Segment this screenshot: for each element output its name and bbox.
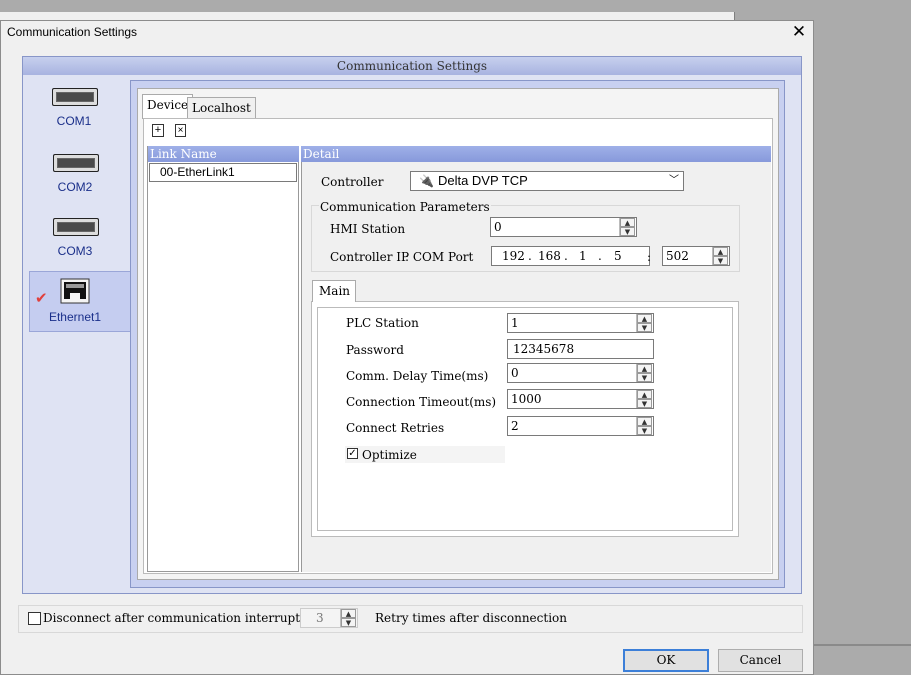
- comm-delay-input[interactable]: 0 ▲ ▼: [507, 363, 654, 383]
- controller-select[interactable]: 🔌 Delta DVP TCP ﹀: [410, 171, 684, 191]
- connect-retries-spinner[interactable]: ▲ ▼: [636, 417, 652, 435]
- delete-link-icon[interactable]: ×: [175, 124, 186, 137]
- chevron-down-icon: ﹀: [669, 175, 679, 186]
- password-label: Password: [346, 343, 404, 357]
- controller-ip-input[interactable]: 192 . 168 . 1 . 5: [491, 246, 650, 266]
- close-icon[interactable]: ✕: [790, 22, 808, 42]
- password-input[interactable]: 12345678: [507, 339, 654, 359]
- tab-localhost[interactable]: Localhost: [187, 97, 256, 118]
- ip-dot: .: [598, 249, 602, 263]
- serial-port-icon: [53, 154, 99, 172]
- device-com3[interactable]: COM3: [25, 214, 125, 264]
- link-item-etherlink1[interactable]: 00-EtherLink1: [149, 163, 297, 182]
- device-label-com3: COM3: [57, 244, 93, 258]
- desktop-background: [0, 0, 911, 12]
- hmi-station-label: HMI Station: [330, 222, 406, 236]
- conn-timeout-value: 1000: [511, 392, 542, 406]
- ethernet-port-icon: [60, 278, 90, 304]
- background-strip: [0, 12, 734, 20]
- tab-main[interactable]: Main: [312, 280, 356, 302]
- plc-station-value: 1: [511, 316, 519, 330]
- com-port-value: 502: [666, 249, 689, 263]
- comm-delay-label: Comm. Delay Time(ms): [346, 369, 489, 383]
- tab-device[interactable]: Device: [142, 94, 194, 119]
- frame-title: Communication Settings: [23, 57, 801, 75]
- plug-icon: 🔌: [419, 174, 434, 188]
- connect-retries-label: Connect Retries: [346, 421, 445, 435]
- optimize-label: Optimize: [362, 448, 417, 462]
- link-name-header: Link Name: [148, 146, 299, 162]
- plc-station-input[interactable]: 1 ▲ ▼: [507, 313, 654, 333]
- ip-dot: .: [528, 249, 532, 263]
- retry-times-label: Retry times after disconnection: [375, 611, 567, 625]
- device-label-com2: COM2: [57, 180, 93, 194]
- ip-octet-2: 168: [538, 249, 561, 263]
- retry-times-input[interactable]: 3 ▲ ▼: [300, 608, 358, 628]
- conn-timeout-spinner[interactable]: ▲ ▼: [636, 390, 652, 408]
- cancel-button[interactable]: Cancel: [718, 649, 803, 672]
- controller-label: Controller: [321, 175, 384, 189]
- selected-check-icon: ✔: [35, 290, 48, 307]
- optimize-checkbox[interactable]: ✓: [347, 448, 358, 459]
- hmi-station-input[interactable]: 0 ▲ ▼: [490, 217, 637, 237]
- hmi-station-value: 0: [494, 220, 502, 234]
- device-com2[interactable]: COM2: [25, 150, 125, 200]
- device-label-com1: COM1: [56, 114, 92, 128]
- comm-delay-value: 0: [511, 366, 519, 380]
- connect-retries-input[interactable]: 2 ▲ ▼: [507, 416, 654, 436]
- background-area: [814, 12, 911, 675]
- controller-ip-label: Controller IP: [330, 250, 410, 264]
- com-port-label: : COM Port: [405, 250, 474, 264]
- conn-timeout-label: Connection Timeout(ms): [346, 395, 497, 409]
- com-port-input[interactable]: 502 ▲ ▼: [662, 246, 730, 266]
- plc-station-spinner[interactable]: ▲ ▼: [636, 314, 652, 332]
- comm-params-title: Communication Parameters: [319, 200, 491, 214]
- retry-times-spinner[interactable]: ▲ ▼: [340, 609, 356, 627]
- device-com1[interactable]: COM1: [24, 84, 124, 134]
- background-divider: [814, 644, 911, 646]
- detail-header: Detail: [301, 146, 771, 162]
- device-label-ethernet1: Ethernet1: [48, 310, 102, 324]
- disconnect-label: Disconnect after communication interrupt: [43, 611, 301, 625]
- serial-port-icon: [52, 88, 98, 106]
- background-window-edge: [734, 12, 814, 20]
- link-item-prefix: 00: [160, 165, 174, 179]
- controller-value: Delta DVP TCP: [437, 173, 528, 188]
- comm-delay-spinner[interactable]: ▲ ▼: [636, 364, 652, 382]
- ip-octet-4: 5: [614, 249, 622, 263]
- device-ethernet1[interactable]: ✔ Ethernet1: [25, 275, 129, 330]
- serial-port-icon: [53, 218, 99, 236]
- ip-dot: .: [564, 249, 568, 263]
- add-link-icon[interactable]: +: [152, 124, 164, 137]
- window-title: Communication Settings: [7, 25, 138, 39]
- retry-times-value: 3: [316, 611, 324, 625]
- hmi-station-spinner[interactable]: ▲ ▼: [619, 218, 635, 236]
- connect-retries-value: 2: [511, 419, 519, 433]
- link-list: [147, 146, 299, 572]
- conn-timeout-input[interactable]: 1000 ▲ ▼: [507, 389, 654, 409]
- link-item-name: -EtherLink1: [173, 165, 235, 179]
- com-port-spinner[interactable]: ▲ ▼: [712, 247, 728, 265]
- disconnect-checkbox[interactable]: [28, 612, 41, 625]
- plc-station-label: PLC Station: [346, 316, 419, 330]
- ok-button[interactable]: OK: [623, 649, 709, 672]
- ip-octet-1: 192: [502, 249, 525, 263]
- ip-octet-3: 1: [579, 249, 587, 263]
- port-separator: :: [647, 250, 652, 264]
